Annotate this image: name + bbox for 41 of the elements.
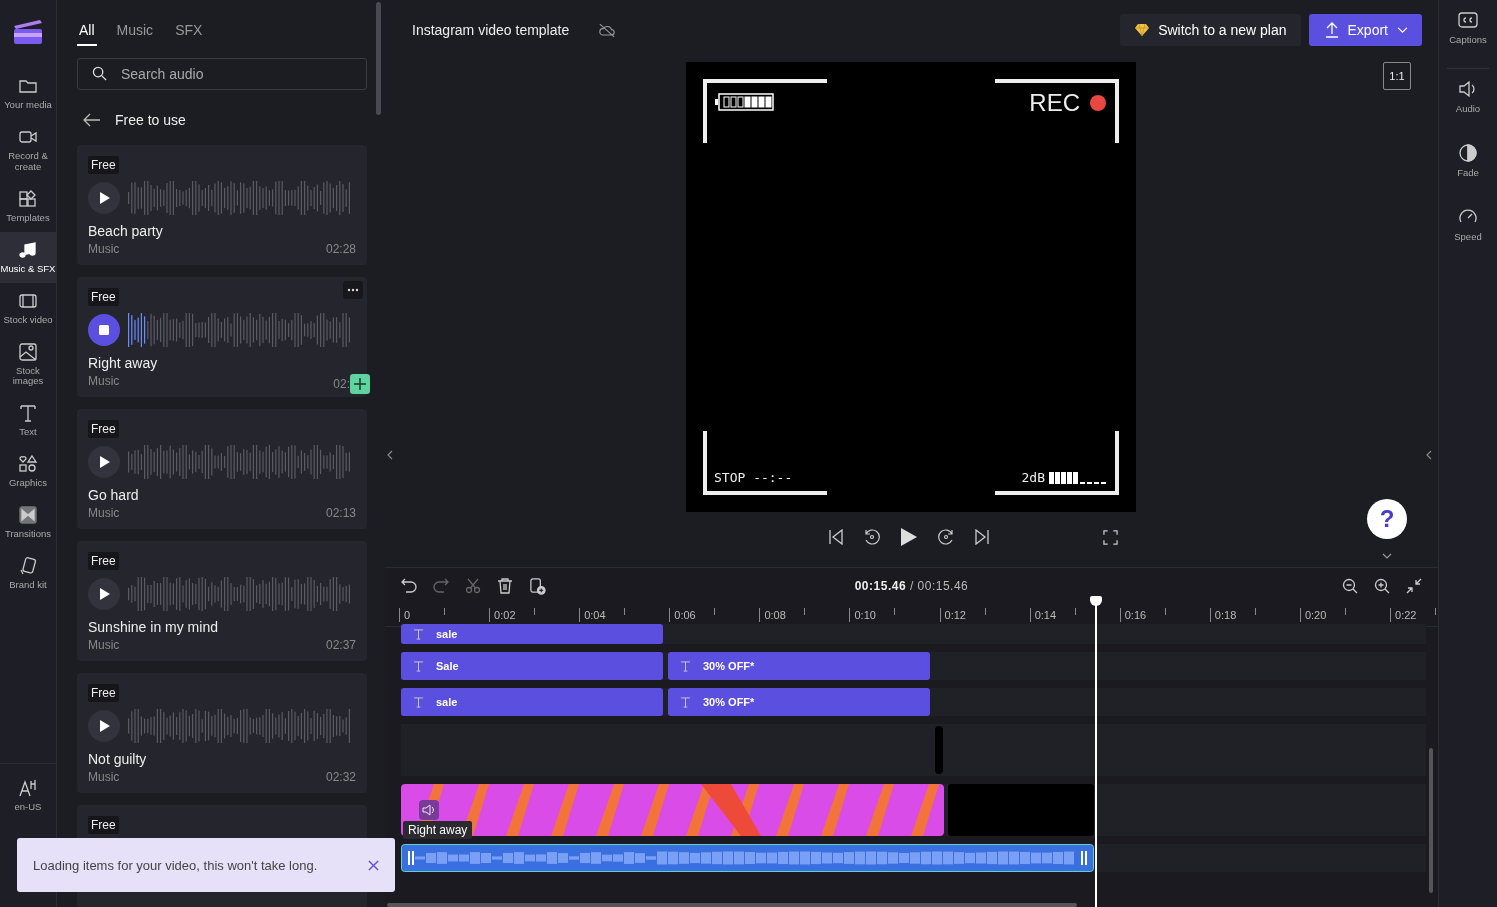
tooltip: Right away — [403, 821, 473, 839]
toast-message: Loading items for your video, this won't take long. — [33, 857, 318, 873]
track-title: Not guilty — [88, 751, 148, 767]
free-badge: Free — [88, 156, 119, 174]
ruler-label: 0:16 — [1124, 609, 1147, 621]
stop-timer-label: STOP --:-- — [714, 470, 793, 485]
section-title: Free to use — [115, 112, 186, 128]
rec-label: REC — [1029, 89, 1080, 117]
track-title: Sunshine in my mind — [88, 619, 219, 635]
track-category: Music — [88, 638, 120, 652]
track-category: Music — [88, 242, 120, 256]
ruler-label: 0 — [404, 609, 411, 621]
free-badge: Free — [88, 552, 119, 570]
free-badge: Free — [88, 816, 119, 834]
ruler-label: 0:20 — [1304, 609, 1327, 621]
level-label: 2dB — [1021, 470, 1045, 485]
total-time: / 00:15.46 — [909, 579, 969, 593]
ruler-label: 0:12 — [944, 609, 966, 621]
track-duration: 02:32 — [325, 770, 356, 784]
track-title: Beach party — [88, 223, 164, 239]
track-duration: 02:28 — [325, 242, 356, 256]
free-badge: Free — [88, 420, 119, 438]
track-duration: 02:13 — [325, 506, 356, 520]
ruler-label: 0:08 — [764, 609, 786, 621]
free-badge: Free — [88, 684, 119, 702]
ruler-label: 0:06 — [674, 609, 696, 621]
track-category: Music — [88, 770, 120, 784]
track-duration: 02: — [333, 377, 350, 391]
track-category: Music — [88, 374, 120, 390]
track-title: Right away — [88, 355, 159, 371]
ruler-label: 0:18 — [1214, 609, 1237, 621]
free-badge: Free — [88, 288, 119, 306]
ruler-label: 0:14 — [1034, 609, 1057, 621]
track-title: Go hard — [88, 487, 140, 503]
current-time: 00:15.46 — [854, 579, 907, 593]
ruler-label: 0:22 — [1395, 609, 1417, 621]
ruler-label: 0:10 — [854, 609, 876, 621]
ruler-label: 0:04 — [584, 609, 606, 621]
track-category: Music — [88, 506, 120, 520]
ruler-label: 0:02 — [494, 609, 516, 621]
track-duration: 02:37 — [325, 638, 356, 652]
